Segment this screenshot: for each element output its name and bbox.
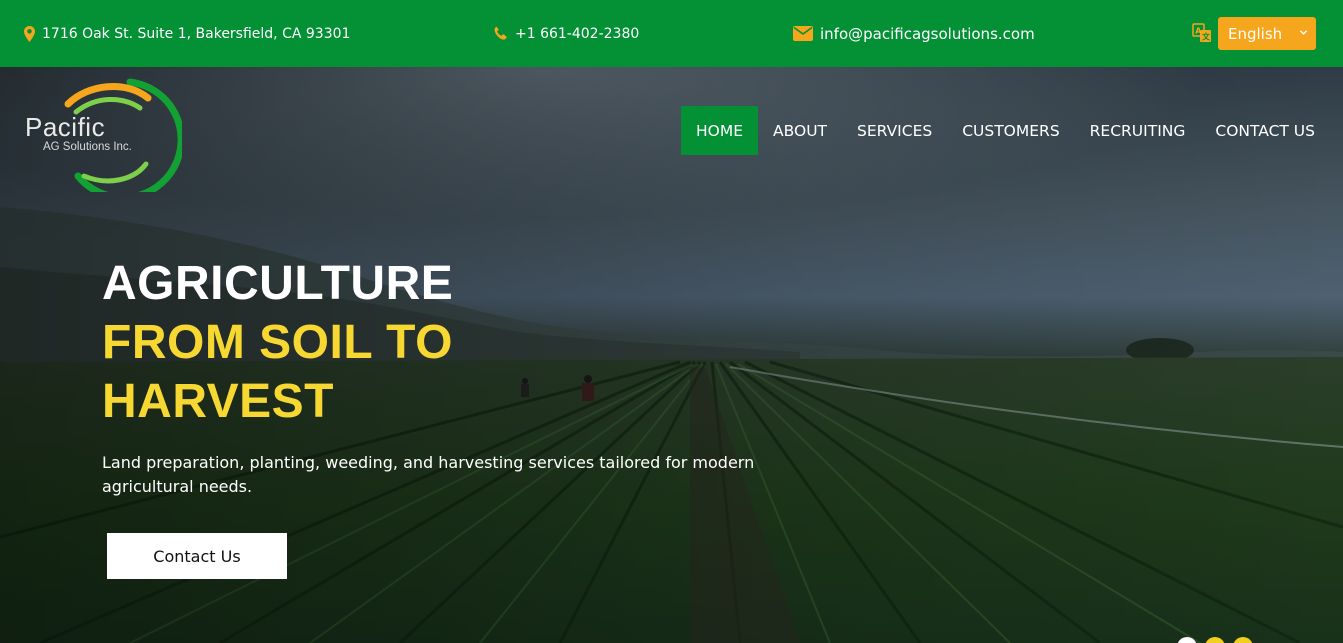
headline-line-3: HARVEST — [102, 375, 334, 428]
nav-home[interactable]: HOME — [681, 106, 759, 155]
phone-text: +1 661-402-2380 — [515, 25, 640, 42]
slider-dot-1[interactable] — [1177, 637, 1197, 643]
company-logo[interactable]: Pacific AG Solutions Inc. — [22, 72, 182, 192]
headline-line-1: AGRICULTURE — [102, 257, 454, 310]
address-item[interactable]: 1716 Oak St. Suite 1, Bakersfield, CA 93… — [24, 0, 350, 67]
chevron-down-icon — [1299, 30, 1308, 35]
address-text: 1716 Oak St. Suite 1, Bakersfield, CA 93… — [42, 25, 351, 42]
contact-us-button[interactable]: Contact Us — [107, 533, 287, 579]
hero-headline: AGRICULTURE FROM SOIL TO HARVEST — [102, 254, 453, 431]
language-select[interactable]: English — [1218, 17, 1316, 50]
map-pin-icon — [24, 25, 35, 42]
nav-recruiting[interactable]: RECRUITING — [1075, 106, 1201, 155]
nav-about[interactable]: ABOUT — [758, 106, 842, 155]
phone-item[interactable]: +1 661-402-2380 — [493, 0, 639, 67]
phone-icon — [494, 26, 507, 40]
envelope-icon — [793, 26, 813, 41]
email-text: info@pacificagsolutions.com — [820, 24, 1035, 43]
main-nav: HOME ABOUT SERVICES CUSTOMERS RECRUITING… — [681, 106, 1330, 155]
nav-services[interactable]: SERVICES — [842, 106, 947, 155]
hero-tagline: Land preparation, planting, weeding, and… — [102, 453, 755, 496]
logo-subtitle: AG Solutions Inc. — [43, 141, 132, 153]
svg-text:文: 文 — [1202, 32, 1211, 42]
nav-customers[interactable]: CUSTOMERS — [947, 106, 1074, 155]
logo-name: Pacific — [25, 112, 106, 142]
page: 1716 Oak St. Suite 1, Bakersfield, CA 93… — [0, 0, 1343, 643]
top-info-bar: 1716 Oak St. Suite 1, Bakersfield, CA 93… — [0, 0, 1343, 67]
slider-dots — [1177, 637, 1253, 643]
headline-line-2: FROM SOIL TO — [102, 316, 453, 369]
language-selected: English — [1228, 24, 1283, 43]
email-item[interactable]: info@pacificagsolutions.com — [793, 0, 1035, 67]
nav-contact-us[interactable]: CONTACT US — [1200, 106, 1330, 155]
translate-icon: A 文 — [1192, 23, 1211, 42]
slider-dot-3[interactable] — [1233, 637, 1253, 643]
slider-dot-2[interactable] — [1205, 637, 1225, 643]
